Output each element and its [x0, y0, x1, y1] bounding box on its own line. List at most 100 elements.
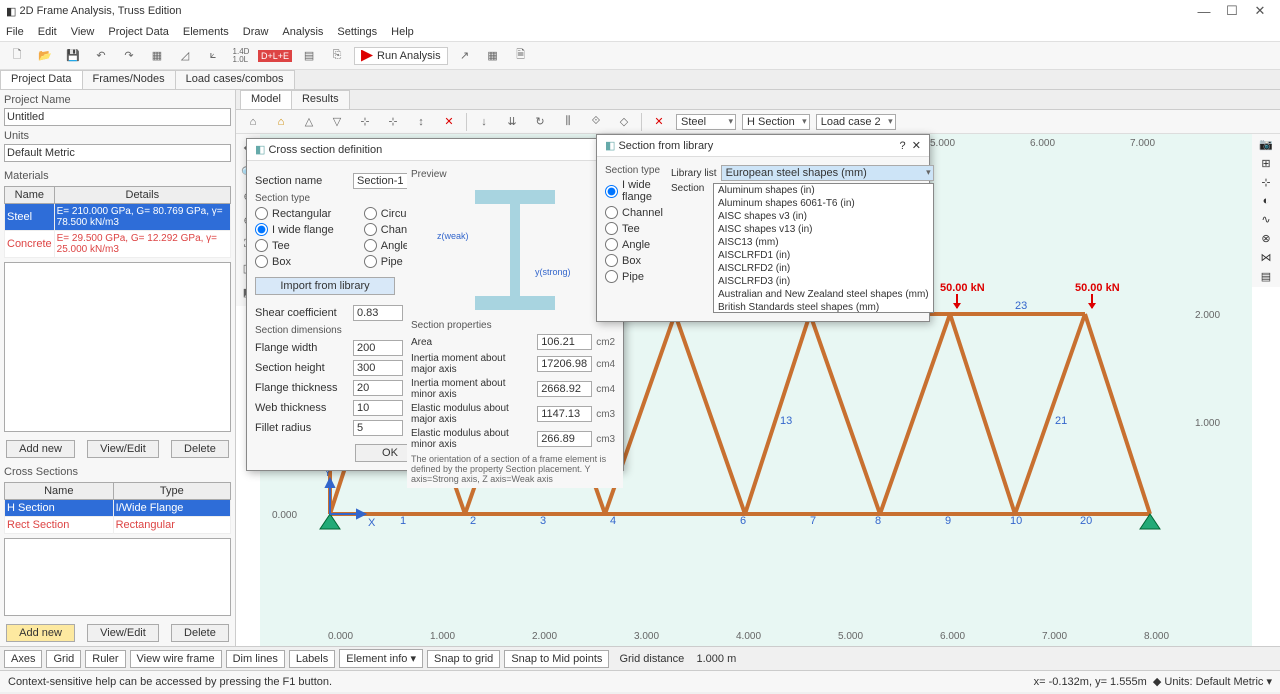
list-item[interactable]: AISC13 (mm)	[714, 236, 933, 249]
tool-icon[interactable]: ⟐	[585, 111, 607, 133]
tool-icon[interactable]: ◿	[174, 45, 196, 67]
tab-load-cases-combos[interactable]: Load cases/combos	[175, 70, 295, 89]
help-icon[interactable]: ?	[900, 140, 906, 152]
menu-draw[interactable]: Draw	[243, 26, 269, 38]
radio-channel[interactable]: Channel	[605, 206, 663, 219]
library-combo[interactable]: European steel shapes (mm)	[721, 165, 934, 181]
open-icon[interactable]: 📂	[34, 45, 56, 67]
add-new-button[interactable]: Add new	[6, 624, 75, 642]
grid-toggle[interactable]: Grid	[46, 650, 81, 668]
tool-icon[interactable]: ⊗	[1261, 232, 1270, 245]
tool-icon[interactable]: ⇊	[501, 111, 523, 133]
tool-icon[interactable]: ∿	[1261, 213, 1270, 226]
delete-button[interactable]: Delete	[171, 440, 229, 458]
tab-results[interactable]: Results	[291, 90, 350, 109]
list-item[interactable]: Aluminum shapes (in)	[714, 184, 933, 197]
list-item[interactable]: AISCLRFD1 (in)	[714, 249, 933, 262]
tool-icon[interactable]: ▤	[298, 45, 320, 67]
menu-edit[interactable]: Edit	[38, 26, 57, 38]
dim-input[interactable]	[353, 420, 403, 436]
maximize-button[interactable]: ☐	[1218, 3, 1246, 19]
tool-icon[interactable]: ↕	[410, 111, 432, 133]
table-row[interactable]: H SectionI/Wide Flange	[5, 500, 231, 517]
new-icon[interactable]: 🗋	[6, 45, 28, 67]
dim-input[interactable]	[353, 360, 403, 376]
menu-project-data[interactable]: Project Data	[108, 26, 169, 38]
menu-elements[interactable]: Elements	[183, 26, 229, 38]
table-row[interactable]: ConcreteE= 29.500 GPa, G= 12.292 GPa, γ=…	[5, 231, 231, 258]
tool-icon[interactable]: ▦	[146, 45, 168, 67]
tool-icon[interactable]: ⎘	[326, 45, 348, 67]
table-icon[interactable]: ▦	[482, 45, 504, 67]
dim-input[interactable]	[353, 340, 403, 356]
table-row[interactable]: Rect SectionRectangular	[5, 517, 231, 534]
tool-icon[interactable]: ↗	[454, 45, 476, 67]
section-combo[interactable]: H Section	[742, 114, 810, 130]
tool-icon[interactable]: ⊹	[354, 111, 376, 133]
view-wire-frame-toggle[interactable]: View wire frame	[130, 650, 222, 668]
radio-tee[interactable]: Tee	[255, 239, 334, 252]
tool-icon[interactable]: ⌂	[242, 111, 264, 133]
list-item[interactable]: AISCLRFD2 (in)	[714, 262, 933, 275]
menu-help[interactable]: Help	[391, 26, 414, 38]
undo-icon[interactable]: ↶	[90, 45, 112, 67]
tool-icon[interactable]: ↻	[529, 111, 551, 133]
dim-input[interactable]	[353, 400, 403, 416]
minimize-button[interactable]: —	[1190, 4, 1218, 19]
tool-icon[interactable]: ⫼	[557, 111, 579, 133]
cross-sections-table[interactable]: NameType H SectionI/Wide Flange Rect Sec…	[4, 482, 231, 534]
menu-settings[interactable]: Settings	[337, 26, 377, 38]
radio-pipe[interactable]: Pipe	[605, 270, 663, 283]
tool-icon[interactable]: 1.4D1.0L	[230, 45, 252, 67]
delete-button[interactable]: Delete	[171, 624, 229, 642]
tool-icon[interactable]: ✕	[438, 111, 460, 133]
ruler-toggle[interactable]: Ruler	[85, 650, 125, 668]
save-icon[interactable]: 💾	[62, 45, 84, 67]
tab-frames-nodes[interactable]: Frames/Nodes	[82, 70, 176, 89]
tool-icon[interactable]: ⊹	[1261, 176, 1270, 189]
import-button[interactable]: Import from library	[255, 277, 395, 295]
doc-icon[interactable]: 🗎	[510, 45, 532, 67]
tool-icon[interactable]: ⊞	[1261, 157, 1270, 170]
close-button[interactable]: ✕	[1246, 3, 1274, 19]
list-item[interactable]: AISC shapes v3 (in)	[714, 210, 933, 223]
tool-icon[interactable]: △	[298, 111, 320, 133]
radio-box[interactable]: Box	[255, 255, 334, 268]
loadcase-combo[interactable]: Load case 2	[816, 114, 896, 130]
menu-file[interactable]: File	[6, 26, 24, 38]
axes-toggle[interactable]: Axes	[4, 650, 42, 668]
tool-icon[interactable]: ◐	[1263, 195, 1270, 207]
library-list[interactable]: Aluminum shapes (in)Aluminum shapes 6061…	[713, 183, 934, 313]
tool-icon[interactable]: ▽	[326, 111, 348, 133]
view-edit-button[interactable]: View/Edit	[87, 624, 159, 642]
tool-icon[interactable]: ⊹	[382, 111, 404, 133]
radio-tee[interactable]: Tee	[605, 222, 663, 235]
tool-icon[interactable]: ⟀	[202, 45, 224, 67]
tool-icon[interactable]: ◇	[613, 111, 635, 133]
menu-view[interactable]: View	[71, 26, 95, 38]
tab-model[interactable]: Model	[240, 90, 292, 109]
radio-box[interactable]: Box	[605, 254, 663, 267]
table-row[interactable]: SteelE= 210.000 GPa, G= 80.769 GPa, γ= 7…	[5, 204, 231, 231]
tool-icon[interactable]: ⋈	[1261, 251, 1272, 264]
list-item[interactable]: AISC shapes v13 (in)	[714, 223, 933, 236]
radio-i-wide-flange[interactable]: I wide flange	[255, 223, 334, 236]
delete-icon[interactable]: ✕	[648, 111, 670, 133]
list-item[interactable]: British Standards steel shapes (mm)	[714, 301, 933, 313]
add-new-button[interactable]: Add new	[6, 440, 75, 458]
menu-analysis[interactable]: Analysis	[282, 26, 323, 38]
close-icon[interactable]: ✕	[912, 139, 921, 152]
list-item[interactable]: Australian and New Zealand steel shapes …	[714, 288, 933, 301]
tab-project-data[interactable]: Project Data	[0, 70, 83, 89]
shear-input[interactable]	[353, 305, 403, 321]
camera-icon[interactable]: 📷	[1259, 138, 1273, 151]
radio-angle[interactable]: Angle	[605, 238, 663, 251]
project-name-input[interactable]	[4, 108, 231, 126]
tool-icon[interactable]: ⌂	[270, 111, 292, 133]
redo-icon[interactable]: ↷	[118, 45, 140, 67]
dim-input[interactable]	[353, 380, 403, 396]
tool-icon[interactable]: ↓	[473, 111, 495, 133]
view-edit-button[interactable]: View/Edit	[87, 440, 159, 458]
material-combo[interactable]: Steel	[676, 114, 736, 130]
list-item[interactable]: Aluminum shapes 6061-T6 (in)	[714, 197, 933, 210]
